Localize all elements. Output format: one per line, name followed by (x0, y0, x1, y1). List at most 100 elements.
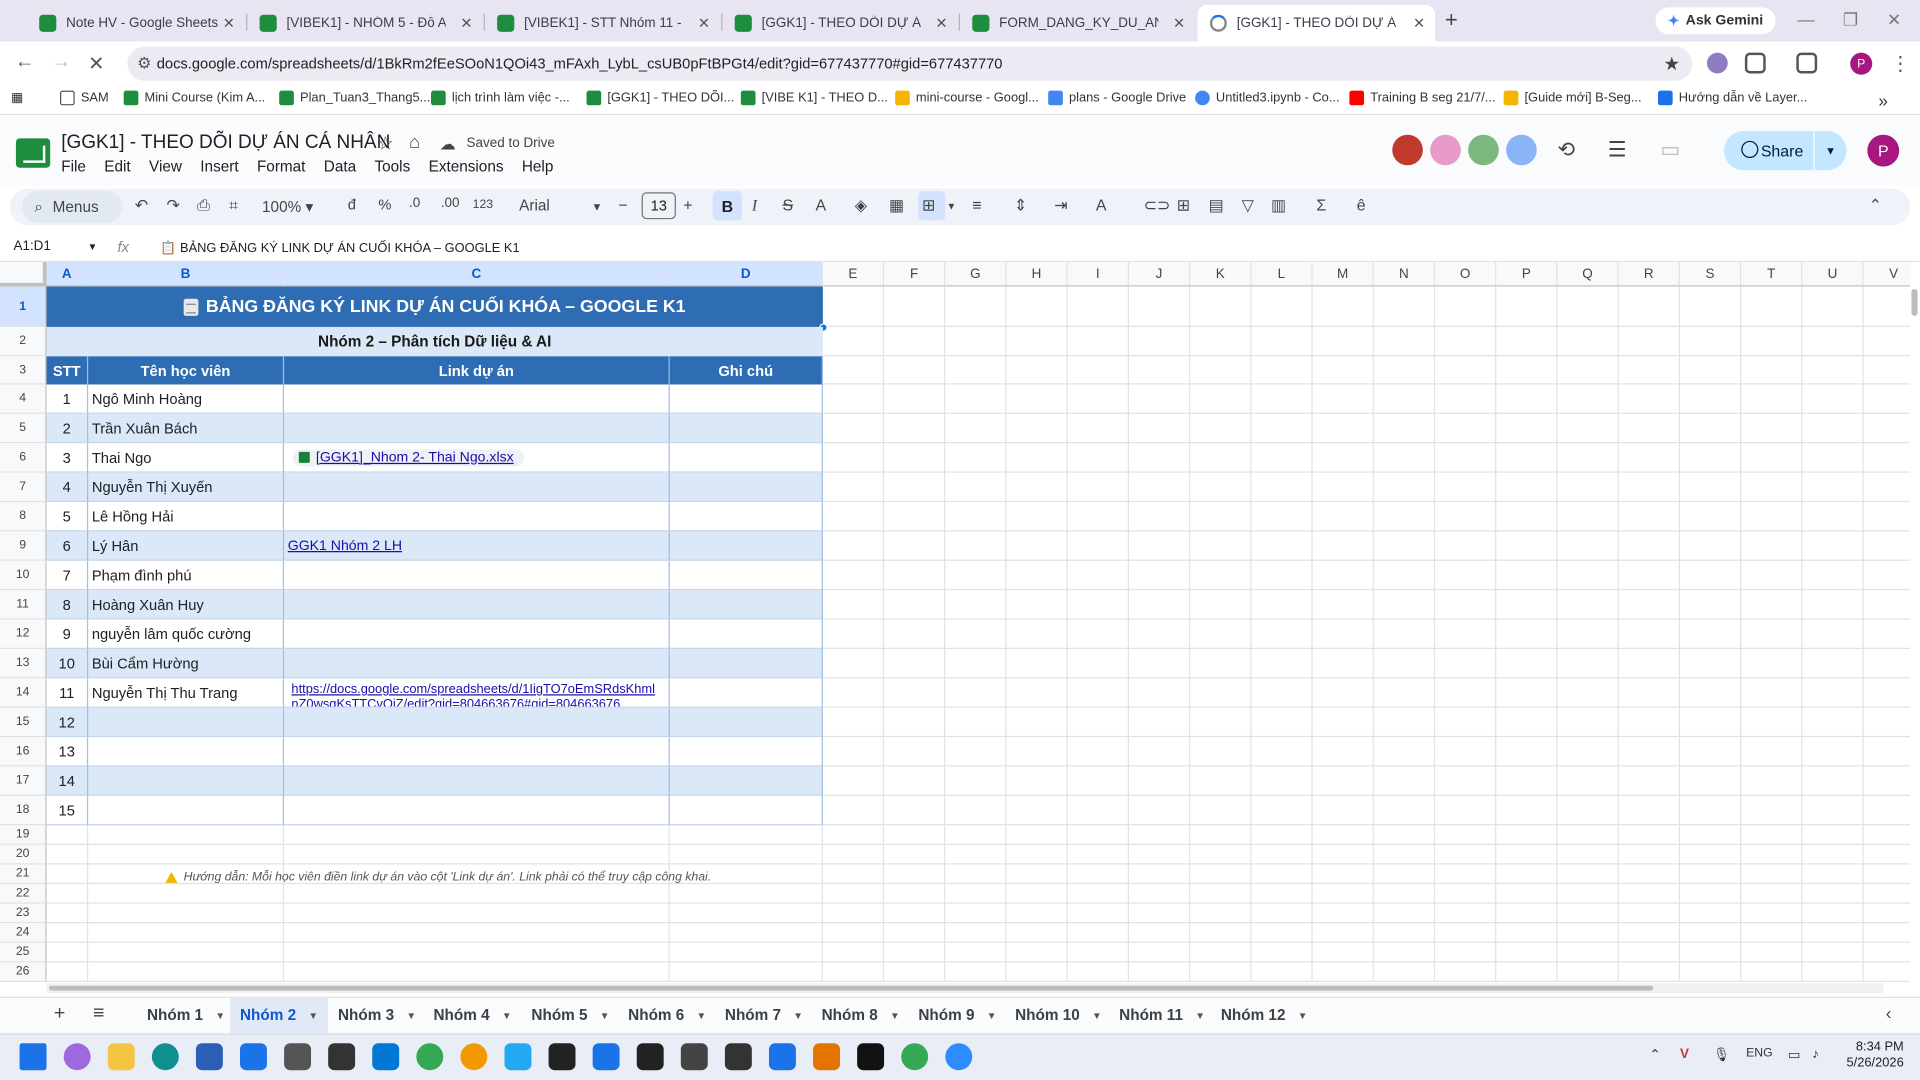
header-student-name[interactable]: Tên học viên (88, 356, 285, 385)
currency-format-button[interactable]: đ (348, 196, 356, 213)
decrease-font-size-icon[interactable]: − (618, 196, 627, 214)
project-link[interactable]: GGK1 Nhóm 2 LH (288, 538, 402, 553)
row-header-24[interactable]: 24 (0, 923, 47, 943)
bookmark-item[interactable]: Untitled3.ipynb - Co... (1195, 90, 1340, 106)
pycharm-icon[interactable] (636, 1043, 664, 1071)
row-header-17[interactable]: 17 (0, 766, 47, 796)
cell-note[interactable] (669, 560, 823, 591)
cell-name[interactable]: Nguyễn Thị Xuyến (88, 472, 285, 503)
browser-tab[interactable]: [VIBEK1] - STT Nhóm 11 - Nguy ✕ (485, 5, 720, 42)
close-tab-icon[interactable]: ✕ (935, 15, 947, 32)
filter-icon[interactable]: ▽ (1242, 196, 1254, 216)
paint-format-icon[interactable]: ⌗ (229, 196, 238, 216)
cell-link[interactable] (284, 795, 670, 826)
insert-chart-icon[interactable]: ▤ (1209, 196, 1224, 216)
chrome-icon[interactable] (416, 1043, 444, 1071)
app-icon[interactable] (813, 1043, 841, 1071)
row-header-13[interactable]: 13 (0, 648, 47, 679)
cell-name[interactable]: Bùi Cẩm Hường (88, 648, 285, 679)
cell-note[interactable] (669, 737, 823, 767)
cell-stt[interactable]: 11 (46, 678, 89, 708)
cell-link[interactable]: [GGK1]_Nhom 2- Thai Ngo.xlsx (284, 443, 670, 473)
column-header-l[interactable]: L (1251, 262, 1313, 287)
browser-tab-active[interactable]: [GGK1] - THEO DÕI DỰ ÁN CÁ ✕ (1197, 4, 1436, 42)
cell-stt[interactable]: 6 (46, 531, 89, 561)
spreadsheet-grid[interactable]: ABCDEFGHIJKLMNOPQRSTUV 1 2 3 4 5 6 7 8 9 10 11 12 13… (0, 262, 1911, 983)
row-header-14[interactable]: 14 (0, 678, 47, 708)
column-header-n[interactable]: N (1373, 262, 1436, 287)
column-header-q[interactable]: Q (1557, 262, 1619, 287)
cell-note[interactable] (669, 502, 823, 532)
close-tab-icon[interactable]: ✕ (698, 15, 710, 32)
row-header-12[interactable]: 12 (0, 619, 47, 649)
row-header-25[interactable]: 25 (0, 942, 47, 963)
row-header-3[interactable]: 3 (0, 356, 47, 385)
sheet-tab-3[interactable]: Nhóm 3 ▼ (328, 997, 426, 1034)
profile-avatar[interactable]: P (1850, 52, 1873, 75)
star-icon[interactable]: ☆ (377, 132, 393, 154)
percent-format-button[interactable]: % (378, 196, 391, 213)
cell-stt[interactable]: 9 (46, 619, 89, 649)
column-header-u[interactable]: U (1802, 262, 1864, 287)
column-header-v[interactable]: V (1863, 262, 1911, 287)
cell-note[interactable] (669, 531, 823, 561)
vertical-scrollbar[interactable] (1910, 286, 1920, 983)
browser-menu-icon[interactable]: ⋮ (1891, 51, 1911, 75)
cell-note[interactable] (669, 619, 823, 649)
rotate-text-icon[interactable]: A (1096, 196, 1107, 214)
chevron-down-icon[interactable]: ▼ (987, 1010, 997, 1021)
cell-stt[interactable]: 10 (46, 648, 89, 679)
cell-link[interactable] (284, 737, 670, 767)
row-header-23[interactable]: 23 (0, 903, 47, 924)
vertical-scroll-thumb[interactable] (1911, 288, 1918, 316)
copilot-icon[interactable] (63, 1043, 91, 1071)
browser-tab[interactable]: FORM_DANG_KY_DU_AN_CUOI ✕ (960, 5, 1195, 42)
restore-icon[interactable]: ❐ (1843, 10, 1858, 31)
chevron-down-icon[interactable]: ▼ (406, 1010, 416, 1021)
browser-tab[interactable]: [VIBEK1] - NHÓM 5 - Đỗ Anh V ✕ (247, 5, 482, 42)
sheet-tab-4[interactable]: Nhóm 4 ▼ (424, 997, 522, 1034)
apps-grid-icon[interactable]: ▦ (11, 91, 23, 106)
row-header-10[interactable]: 10 (0, 560, 47, 591)
column-header-j[interactable]: J (1128, 262, 1191, 287)
all-sheets-icon[interactable]: ≡ (93, 1003, 104, 1025)
column-header-t[interactable]: T (1741, 262, 1803, 287)
menu-data[interactable]: Data (324, 158, 356, 175)
cell-note[interactable] (669, 472, 823, 503)
column-header-r[interactable]: R (1618, 262, 1681, 287)
cell-note[interactable] (669, 678, 823, 708)
column-header-m[interactable]: M (1312, 262, 1374, 287)
cell-link[interactable] (284, 472, 670, 503)
sheet-tab-2[interactable]: Nhóm 2 ▼ (230, 996, 328, 1034)
cell-name[interactable]: Phạm đình phú (88, 560, 285, 591)
cell-link[interactable] (284, 619, 670, 649)
account-avatar[interactable]: P (1867, 134, 1900, 167)
decrease-decimal-button[interactable]: .0 (409, 196, 420, 211)
cell-stt[interactable]: 15 (46, 795, 89, 826)
sheet-tab-8[interactable]: Nhóm 8 ▼ (812, 997, 910, 1034)
insert-comment-icon[interactable]: ⊞ (1177, 196, 1190, 216)
sheet-tab-9[interactable]: Nhóm 9 ▼ (909, 997, 1007, 1034)
store-icon[interactable] (195, 1043, 223, 1071)
row-header-18[interactable]: 18 (0, 795, 47, 826)
row-header-16[interactable]: 16 (0, 737, 47, 767)
app-icon[interactable] (284, 1043, 312, 1071)
insert-link-icon[interactable]: ⊂⊃ (1144, 196, 1171, 216)
puzzle-extensions-icon[interactable] (1744, 52, 1766, 74)
document-title[interactable]: [GGK1] - THEO DÕI DỰ ÁN CÁ NHÂN (61, 132, 390, 154)
bookmark-item[interactable]: Hướng dẫn về Layer... (1657, 90, 1807, 106)
cell-note[interactable] (669, 648, 823, 679)
header-note[interactable]: Ghi chú (669, 356, 823, 385)
cell-name[interactable]: Lý Hân (88, 531, 285, 561)
cell-link[interactable] (284, 766, 670, 796)
cell-stt[interactable]: 13 (46, 737, 89, 767)
italic-button[interactable]: I (752, 196, 757, 216)
network-icon[interactable]: ▭ (1788, 1047, 1801, 1063)
vertical-align-icon[interactable]: ⇕ (1014, 196, 1027, 216)
zalo-icon[interactable] (768, 1043, 796, 1071)
zoom-select[interactable]: 100% ▾ (262, 197, 313, 215)
wrap-icon[interactable]: ⇥ (1054, 196, 1067, 216)
browser-tab[interactable]: Note HV - Google Sheets ✕ (27, 5, 245, 42)
comments-icon[interactable]: ☰ (1608, 138, 1627, 162)
terminal-icon[interactable] (724, 1043, 752, 1071)
